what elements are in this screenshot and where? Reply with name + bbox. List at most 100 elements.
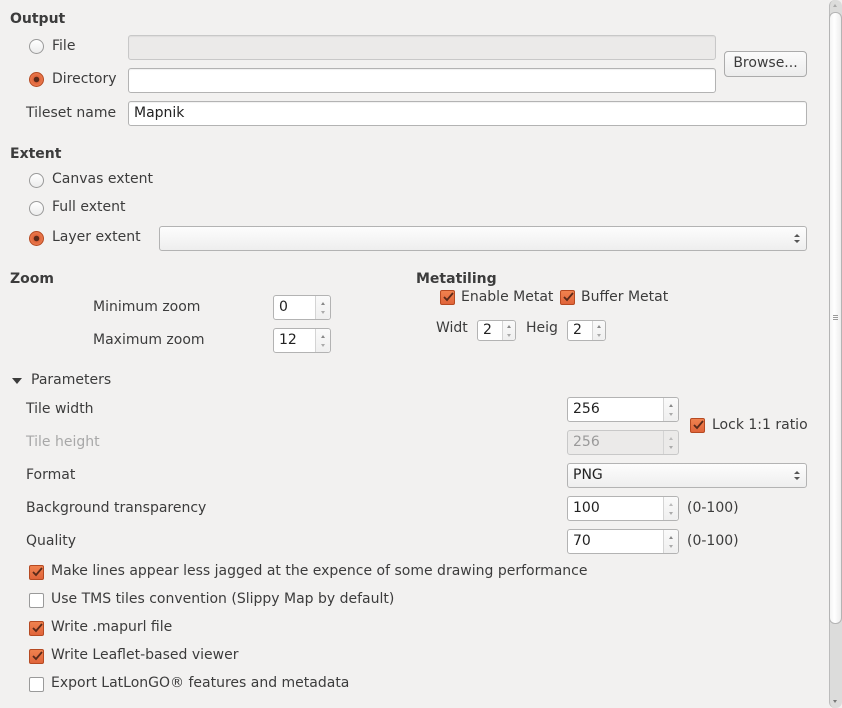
parameters-title: Parameters bbox=[31, 372, 112, 388]
tile-width-value: 256 bbox=[573, 401, 600, 417]
format-select[interactable]: PNG bbox=[567, 463, 807, 488]
down-arrow-icon[interactable] bbox=[321, 311, 325, 314]
up-arrow-icon[interactable] bbox=[597, 325, 601, 328]
up-arrow-icon[interactable] bbox=[507, 325, 511, 328]
metatile-height-spinbox[interactable]: 2 bbox=[567, 320, 606, 341]
canvas-extent-radio[interactable] bbox=[29, 173, 44, 188]
scrollbar-thumb[interactable] bbox=[829, 12, 842, 624]
write-leaflet-label: Write Leaflet-based viewer bbox=[51, 647, 239, 663]
quality-value: 70 bbox=[573, 533, 591, 549]
tile-width-spinbox[interactable]: 256 bbox=[567, 397, 679, 422]
lock-ratio-label: Lock 1:1 ratio bbox=[712, 417, 808, 433]
buffer-metatiling-checkbox[interactable] bbox=[560, 290, 575, 305]
full-extent-radio[interactable] bbox=[29, 201, 44, 216]
up-arrow-icon[interactable] bbox=[669, 536, 673, 539]
down-arrow-icon[interactable] bbox=[669, 413, 673, 416]
scroll-up-arrow-icon[interactable] bbox=[833, 4, 837, 7]
down-arrow-icon[interactable] bbox=[321, 344, 325, 347]
checkmark-icon bbox=[32, 623, 43, 633]
write-leaflet-checkbox[interactable] bbox=[29, 649, 44, 664]
min-zoom-stepper[interactable] bbox=[315, 296, 330, 319]
max-zoom-spinbox[interactable]: 12 bbox=[273, 328, 331, 353]
metatiling-section-title: Metatiling bbox=[416, 271, 497, 287]
tileset-name-label: Tileset name bbox=[26, 105, 117, 121]
select-arrows-icon bbox=[794, 234, 800, 243]
tile-height-spinbox: 256 bbox=[567, 430, 679, 455]
up-arrow-icon[interactable] bbox=[669, 404, 673, 407]
tile-height-stepper bbox=[663, 431, 678, 454]
max-zoom-value: 12 bbox=[279, 332, 297, 348]
extent-section-title: Extent bbox=[10, 146, 62, 162]
export-latlongo-label: Export LatLonGO® features and metadata bbox=[51, 675, 350, 691]
full-extent-label: Full extent bbox=[52, 199, 126, 215]
quality-stepper[interactable] bbox=[663, 530, 678, 553]
background-transparency-range: (0-100) bbox=[687, 500, 739, 516]
metatile-width-value: 2 bbox=[483, 322, 492, 338]
background-transparency-stepper[interactable] bbox=[663, 497, 678, 520]
up-arrow-icon[interactable] bbox=[669, 503, 673, 506]
scroll-down-arrow-icon[interactable] bbox=[833, 700, 837, 703]
up-arrow-icon[interactable] bbox=[321, 335, 325, 338]
tms-convention-checkbox[interactable] bbox=[29, 593, 44, 608]
down-arrow-icon bbox=[669, 446, 673, 449]
metatile-height-value: 2 bbox=[573, 322, 582, 338]
expand-triangle-icon bbox=[12, 378, 22, 384]
directory-path-input[interactable] bbox=[128, 68, 716, 93]
down-arrow-icon[interactable] bbox=[597, 334, 601, 337]
metatile-height-label: Heig bbox=[526, 320, 558, 336]
checkmark-icon bbox=[32, 567, 43, 577]
quality-range: (0-100) bbox=[687, 533, 739, 549]
layer-extent-label: Layer extent bbox=[52, 229, 141, 245]
max-zoom-stepper[interactable] bbox=[315, 329, 330, 352]
up-arrow-icon[interactable] bbox=[321, 302, 325, 305]
antialias-checkbox[interactable] bbox=[29, 565, 44, 580]
enable-metatiling-checkbox[interactable] bbox=[440, 290, 455, 305]
layer-extent-radio[interactable] bbox=[29, 231, 44, 246]
min-zoom-value: 0 bbox=[279, 299, 288, 315]
tile-width-label: Tile width bbox=[26, 401, 94, 417]
file-path-input[interactable] bbox=[128, 35, 716, 60]
checkmark-icon bbox=[443, 292, 454, 302]
directory-radio[interactable] bbox=[29, 72, 44, 87]
write-mapurl-label: Write .mapurl file bbox=[51, 619, 173, 635]
scroll-grip-icon bbox=[833, 315, 838, 316]
file-radio-label: File bbox=[52, 38, 76, 54]
parameters-collapsible-header[interactable]: Parameters bbox=[10, 372, 120, 390]
metatile-width-label: Widt bbox=[436, 320, 468, 336]
write-mapurl-checkbox[interactable] bbox=[29, 621, 44, 636]
layer-extent-select[interactable] bbox=[159, 226, 807, 251]
quality-spinbox[interactable]: 70 bbox=[567, 529, 679, 554]
checkmark-icon bbox=[693, 420, 704, 430]
metatile-width-stepper[interactable] bbox=[502, 321, 515, 340]
select-arrows-icon bbox=[794, 471, 800, 480]
tile-width-stepper[interactable] bbox=[663, 398, 678, 421]
min-zoom-label: Minimum zoom bbox=[93, 299, 201, 315]
format-label: Format bbox=[26, 467, 76, 483]
antialias-label: Make lines appear less jagged at the exp… bbox=[51, 563, 588, 579]
max-zoom-label: Maximum zoom bbox=[93, 332, 205, 348]
buffer-metatiling-label: Buffer Metat bbox=[581, 289, 669, 305]
min-zoom-spinbox[interactable]: 0 bbox=[273, 295, 331, 320]
lock-ratio-checkbox[interactable] bbox=[690, 418, 705, 433]
export-latlongo-checkbox[interactable] bbox=[29, 677, 44, 692]
down-arrow-icon[interactable] bbox=[507, 334, 511, 337]
metatile-width-spinbox[interactable]: 2 bbox=[477, 320, 516, 341]
checkmark-icon bbox=[32, 651, 43, 661]
scroll-grip-icon bbox=[833, 317, 838, 318]
file-radio[interactable] bbox=[29, 39, 44, 54]
tile-height-value: 256 bbox=[573, 434, 600, 450]
down-arrow-icon[interactable] bbox=[669, 512, 673, 515]
checkmark-icon bbox=[563, 292, 574, 302]
up-arrow-icon bbox=[669, 437, 673, 440]
browse-button[interactable]: Browse... bbox=[724, 51, 807, 77]
tileset-name-input[interactable]: Mapnik bbox=[128, 101, 807, 126]
format-value: PNG bbox=[573, 467, 603, 483]
zoom-section-title: Zoom bbox=[10, 271, 54, 287]
down-arrow-icon[interactable] bbox=[669, 545, 673, 548]
output-section-title: Output bbox=[10, 11, 66, 27]
background-transparency-spinbox[interactable]: 100 bbox=[567, 496, 679, 521]
enable-metatiling-label: Enable Metat bbox=[461, 289, 554, 305]
quality-label: Quality bbox=[26, 533, 77, 549]
metatile-height-stepper[interactable] bbox=[592, 321, 605, 340]
tms-convention-label: Use TMS tiles convention (Slippy Map by … bbox=[51, 591, 395, 607]
